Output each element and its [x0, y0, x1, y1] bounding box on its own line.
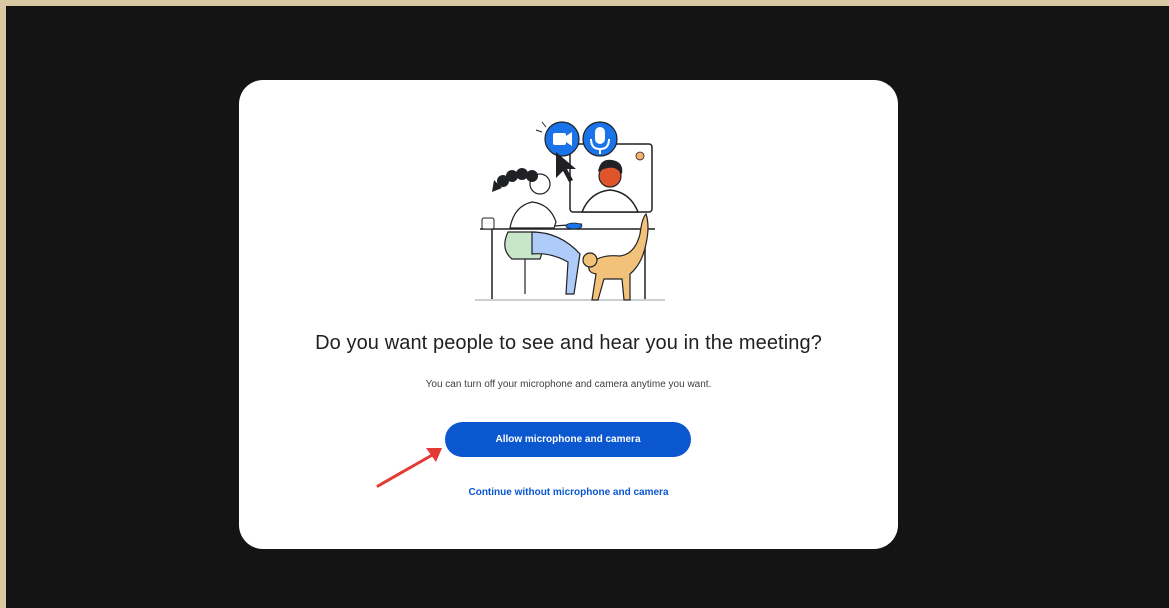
mug — [481, 217, 495, 230]
microphone-icon — [582, 121, 618, 157]
sparkle-icon — [635, 151, 645, 161]
spark-line — [541, 121, 547, 128]
mouse-icon — [565, 222, 583, 230]
woman-torso — [509, 201, 557, 229]
spark-line — [535, 129, 543, 133]
dog-head — [582, 252, 598, 268]
dialog-title: Do you want people to see and hear you i… — [315, 332, 822, 354]
dialog-subtitle: You can turn off your microphone and cam… — [425, 379, 712, 390]
red-arrow-annotation — [376, 448, 442, 488]
allow-mic-camera-button[interactable]: Allow microphone and camera — [445, 422, 691, 457]
video-call-illustration — [475, 121, 665, 301]
camera-icon — [544, 121, 580, 157]
screen-background: Do you want people to see and hear you i… — [0, 0, 1169, 608]
woman-legs — [531, 231, 581, 295]
continue-without-mic-camera-link[interactable]: Continue without microphone and camera — [239, 487, 898, 498]
dog — [588, 212, 649, 301]
permission-dialog: Do you want people to see and hear you i… — [239, 80, 898, 549]
